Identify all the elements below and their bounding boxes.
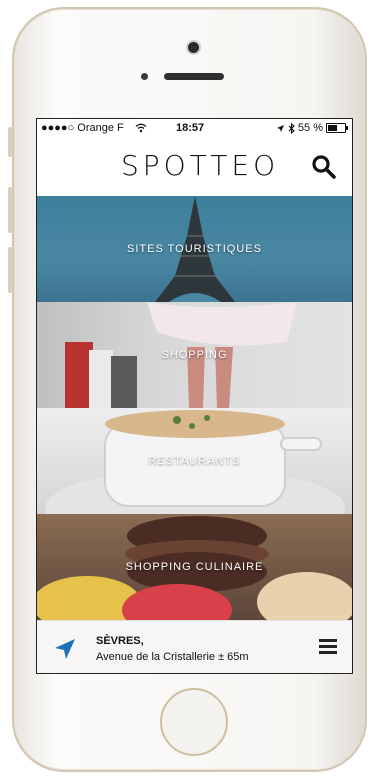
category-label: SHOPPING CULINAIRE [125,561,264,573]
volume-down-button [8,247,13,293]
location-city: SÈVRES, [96,635,144,647]
category-tile-shopping-culinaire[interactable]: SHOPPING CULINAIRE [37,514,352,620]
category-tile-shopping[interactable]: SHOPPING [37,302,352,408]
category-label: RESTAURANTS [148,455,241,467]
category-label: SITES TOURISTIQUES [127,243,262,255]
earpiece-speaker [164,73,224,80]
location-services-icon [276,124,284,132]
bluetooth-icon [288,122,295,134]
category-tile-sites-touristiques[interactable]: SITES TOURISTIQUES [37,196,352,302]
battery-icon [326,123,348,133]
status-right-group: 55 % [276,122,348,134]
clock: 18:57 [176,122,205,134]
app-header: SPOTTEO [37,139,352,195]
battery-fill [328,125,337,131]
category-tile-restaurants[interactable]: RESTAURANTS [37,408,352,514]
hamburger-menu-icon[interactable] [319,639,337,655]
location-arrow-icon[interactable] [53,637,77,661]
battery-percent: 55 % [297,122,323,134]
category-label: SHOPPING [161,349,228,361]
location-footer: SÈVRES, Avenue de la Cristallerie ± 65m [37,620,352,673]
location-address: Avenue de la Cristallerie ± 65m [96,651,249,663]
silent-switch [8,127,13,157]
home-button[interactable] [160,688,228,756]
volume-up-button [8,187,13,233]
wifi-icon [135,123,147,133]
app-screen: ●●●●○ Orange F 18:57 55 % SPOTTEO SITES … [36,118,353,674]
app-logo: SPOTTEO [121,149,280,182]
search-icon[interactable] [310,153,338,181]
proximity-sensor [141,73,148,80]
front-camera [188,42,199,53]
status-bar: ●●●●○ Orange F 18:57 55 % [37,119,352,139]
carrier-label: ●●●●○ Orange F [41,122,124,134]
